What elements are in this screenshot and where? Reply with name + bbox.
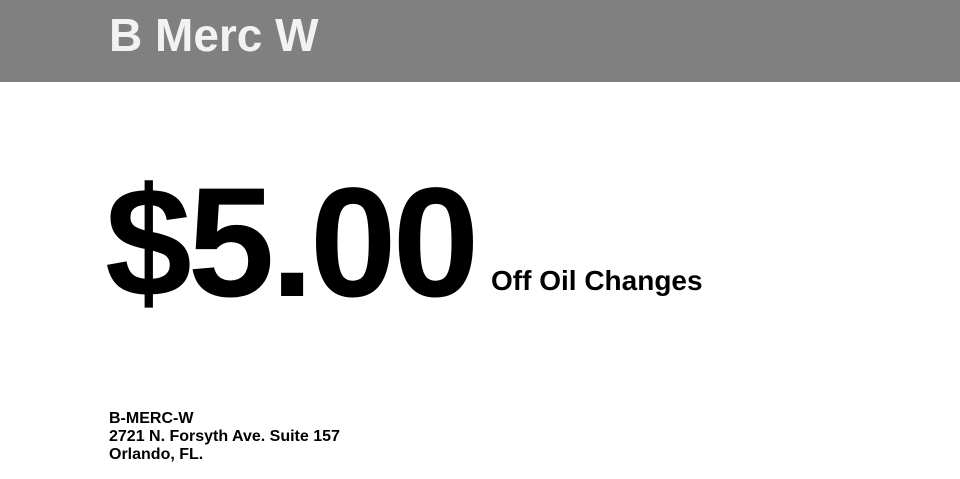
- business-address: B-MERC-W 2721 N. Forsyth Ave. Suite 157 …: [109, 410, 340, 464]
- business-name: B-MERC-W: [109, 410, 194, 427]
- street-address: 2721 N. Forsyth Ave. Suite 157: [109, 428, 340, 445]
- city-state: Orlando, FL.: [109, 446, 204, 463]
- offer-amount: $5.00: [105, 156, 479, 330]
- header-bar: B Merc W: [0, 0, 960, 82]
- offer-description: Off Oil Changes: [491, 265, 703, 296]
- brand-title: B Merc W: [109, 9, 319, 61]
